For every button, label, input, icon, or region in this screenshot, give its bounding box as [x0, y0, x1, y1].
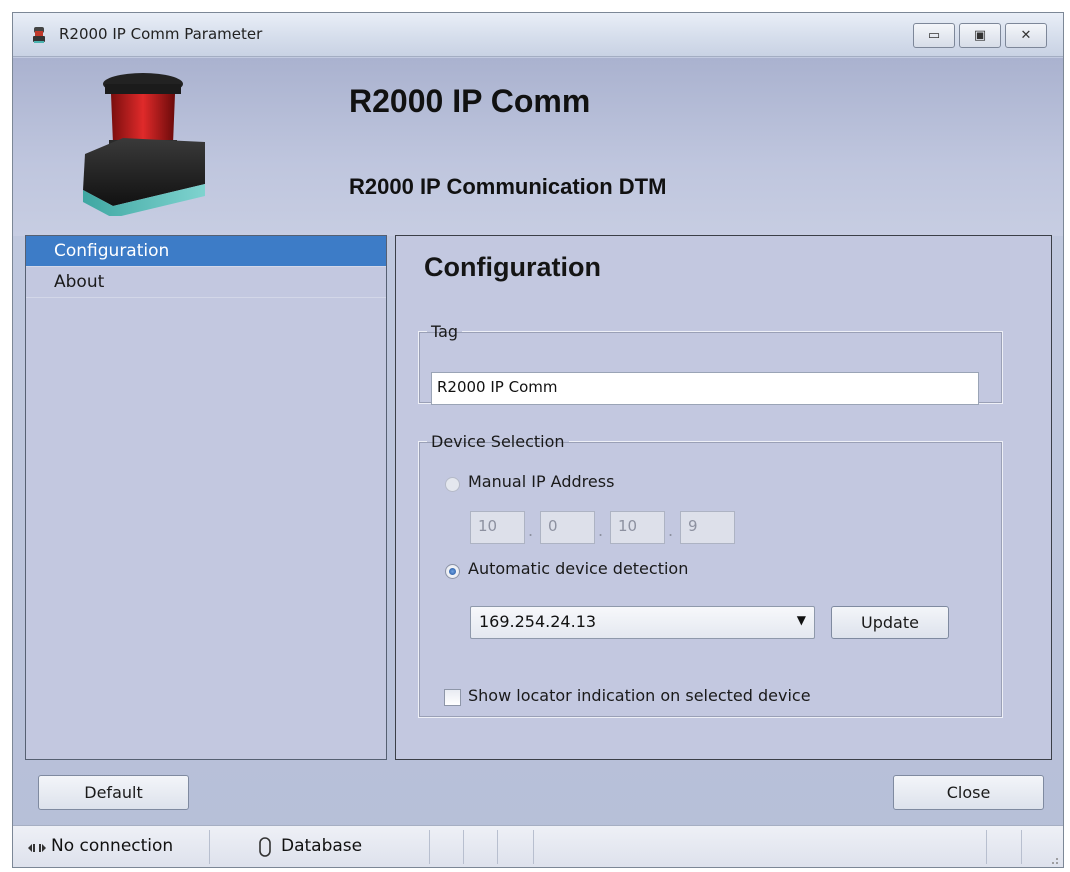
- device-image: [83, 73, 205, 216]
- device-selection-group: Device Selection Manual IP Address 10 . …: [418, 432, 1003, 718]
- close-icon: ✕: [1020, 28, 1032, 43]
- connection-icon: [28, 844, 46, 852]
- locator-label: Show locator indication on selected devi…: [468, 686, 811, 705]
- configuration-panel: Configuration Tag R2000 IP Comm Device S…: [395, 235, 1052, 760]
- device-select[interactable]: 169.254.24.13 ▼: [470, 606, 815, 639]
- ip-octet-4[interactable]: 9: [680, 511, 735, 544]
- device-select-value: 169.254.24.13: [479, 612, 597, 631]
- status-bar: No connection Database: [13, 825, 1063, 867]
- manual-ip-radio[interactable]: [445, 477, 460, 492]
- close-window-button[interactable]: ✕: [1005, 23, 1047, 48]
- maximize-button[interactable]: ▣: [959, 23, 1001, 48]
- connection-status: No connection: [51, 836, 174, 856]
- ip-dot-1: .: [528, 521, 534, 540]
- title-bar[interactable]: R2000 IP Comm Parameter ▭ ▣ ✕: [13, 13, 1063, 57]
- ip-octet-1[interactable]: 10: [470, 511, 525, 544]
- database-icon: [259, 837, 271, 857]
- content-title: Configuration: [424, 252, 601, 282]
- default-button[interactable]: Default: [38, 775, 189, 810]
- database-status: Database: [281, 836, 363, 856]
- locator-checkbox[interactable]: [444, 689, 461, 706]
- update-button[interactable]: Update: [831, 606, 949, 639]
- auto-detect-radio[interactable]: [445, 564, 460, 579]
- close-button[interactable]: Close: [893, 775, 1044, 810]
- tag-input[interactable]: R2000 IP Comm: [431, 372, 979, 405]
- device-icon: [33, 27, 45, 43]
- product-title: R2000 IP Comm: [349, 83, 591, 119]
- window-title: R2000 IP Comm Parameter: [59, 25, 263, 43]
- nav-item-configuration[interactable]: Configuration: [26, 236, 386, 267]
- ip-dot-3: .: [668, 521, 674, 540]
- navigation-panel: Configuration About: [25, 235, 387, 760]
- header-banner: R2000 IP Comm R2000 IP Communication DTM: [13, 58, 1063, 236]
- auto-detect-label: Automatic device detection: [468, 559, 689, 578]
- minimize-button[interactable]: ▭: [913, 23, 955, 48]
- dropdown-arrow-icon: ▼: [796, 613, 806, 627]
- manual-ip-label: Manual IP Address: [468, 472, 615, 491]
- tag-legend: Tag: [431, 322, 459, 341]
- nav-item-about[interactable]: About: [26, 267, 386, 298]
- tag-group: Tag R2000 IP Comm: [418, 322, 1003, 405]
- ip-octet-3[interactable]: 10: [610, 511, 665, 544]
- product-subtitle: R2000 IP Communication DTM: [349, 174, 667, 199]
- maximize-icon: ▣: [973, 28, 987, 43]
- device-selection-legend: Device Selection: [431, 432, 565, 451]
- minimize-icon: ▭: [927, 28, 941, 43]
- ip-dot-2: .: [598, 521, 604, 540]
- resize-grip-icon[interactable]: [1047, 853, 1059, 865]
- main-window: R2000 IP Comm Parameter ▭ ▣ ✕ R2000 IP C…: [12, 12, 1064, 868]
- ip-octet-2[interactable]: 0: [540, 511, 595, 544]
